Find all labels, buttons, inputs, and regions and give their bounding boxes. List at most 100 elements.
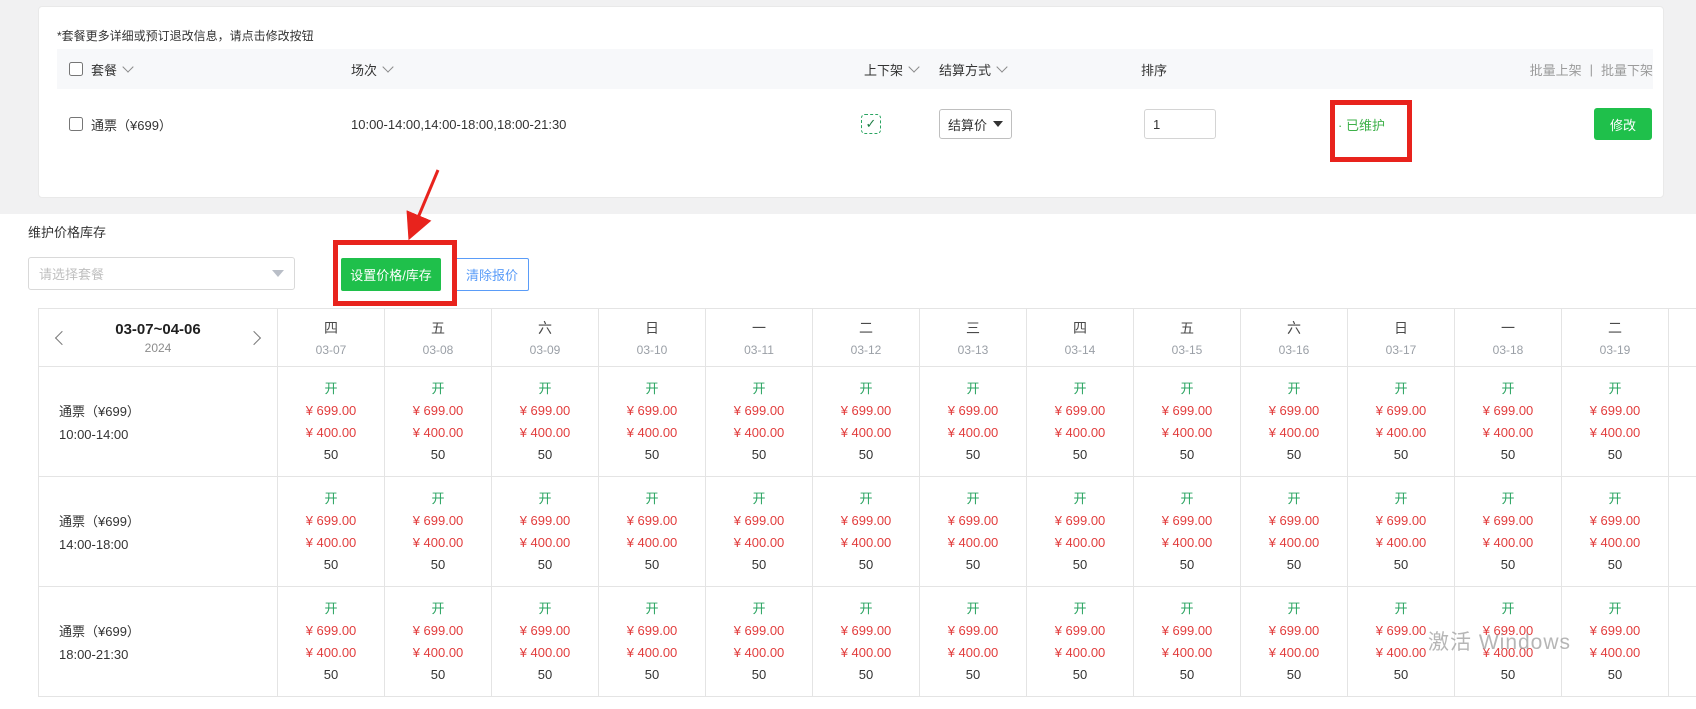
day-header-cell: 二03-12: [813, 309, 920, 367]
chevron-down-icon[interactable]: [382, 61, 393, 72]
price-value: ¥ 699.00: [1348, 510, 1454, 532]
day-date: 03-08: [385, 343, 491, 357]
price-value: ¥ 699.00: [492, 400, 598, 422]
day-date: 03-19: [1562, 343, 1668, 357]
price-stock-cell[interactable]: 开¥ 699.00¥ 400.0050: [278, 367, 385, 477]
settlement-value: ¥ 400.00: [813, 422, 919, 444]
price-stock-cell[interactable]: 开¥ 699.00¥ 400.0050: [1455, 587, 1562, 697]
price-stock-cell[interactable]: 开¥ 699.00¥ 400.0050: [278, 587, 385, 697]
settlement-value: ¥ 400.00: [278, 422, 384, 444]
batch-on-shelf-link[interactable]: 批量上架: [1530, 60, 1582, 79]
package-select-placeholder: 请选择套餐: [39, 264, 104, 283]
settlement-value: ¥ 400.00: [1562, 532, 1668, 554]
open-status: 开: [599, 488, 705, 510]
price-stock-cell[interactable]: 开¥ 699.00¥ 400.0050: [1562, 367, 1669, 477]
stock-value: 50: [1134, 554, 1240, 576]
row-checkbox[interactable]: [69, 117, 83, 131]
sort-input[interactable]: [1144, 109, 1216, 139]
day-date: 03-09: [492, 343, 598, 357]
price-stock-cell[interactable]: 开¥ 699.00¥ 400.0050: [1562, 587, 1669, 697]
price-stock-cell[interactable]: 开¥ 699.00¥ 400.0050: [1134, 587, 1241, 697]
price-value: ¥ 699.00: [920, 400, 1026, 422]
select-all-checkbox[interactable]: [69, 62, 83, 76]
price-stock-cell[interactable]: 开¥ 699.00¥ 400.0050: [599, 367, 706, 477]
header-on-off-shelf: 上下架: [864, 49, 918, 89]
set-price-stock-button[interactable]: 设置价格/库存: [341, 258, 441, 291]
price-stock-cell[interactable]: 开¥ 699.00¥ 400.0050: [1348, 367, 1455, 477]
price-value: ¥ 699.00: [1134, 400, 1240, 422]
chevron-down-icon[interactable]: [122, 61, 133, 72]
settlement-method-select[interactable]: 结算价: [939, 109, 1012, 139]
stock-value: 50: [1134, 444, 1240, 466]
settlement-selected-value: 结算价: [948, 115, 987, 134]
price-stock-cell[interactable]: 开¥ 699.00¥ 400.0050: [706, 477, 813, 587]
open-status: 开: [1455, 598, 1561, 620]
price-stock-cell[interactable]: 开¥ 699.00¥ 400.0050: [1455, 367, 1562, 477]
edit-button[interactable]: 修改: [1594, 108, 1652, 140]
day-date: 03-10: [599, 343, 705, 357]
price-stock-cell[interactable]: 开¥ 699.00¥ 400.0050: [278, 477, 385, 587]
settlement-value: ¥ 400.00: [385, 532, 491, 554]
open-status: 开: [1027, 378, 1133, 400]
price-stock-cell[interactable]: 开¥ 699.00¥ 400.0050: [1455, 477, 1562, 587]
price-stock-cell[interactable]: 开¥ 699.00¥ 400.0050: [1134, 477, 1241, 587]
package-table-card: *套餐更多详细或预订退改信息，请点击修改按钮 套餐 场次 上下架: [38, 6, 1664, 198]
price-stock-cell[interactable]: 开¥ 699.00¥ 400.0050: [813, 587, 920, 697]
price-stock-cell[interactable]: 开¥ 699.00¥ 400.0050: [492, 367, 599, 477]
price-stock-cell[interactable]: 开¥ 699.00¥ 400.0050: [1241, 367, 1348, 477]
price-stock-cell[interactable]: 开¥ 699.00¥ 400.0050: [1027, 587, 1134, 697]
price-stock-cell[interactable]: 开¥ 699.00¥ 400.0050: [1134, 367, 1241, 477]
day-date: 03-12: [813, 343, 919, 357]
price-stock-cell[interactable]: 开¥ 699.00¥ 400.0050: [385, 587, 492, 697]
settlement-value: ¥ 400.00: [492, 532, 598, 554]
package-select[interactable]: 请选择套餐: [28, 257, 295, 290]
price-stock-cell[interactable]: 开¥ 699.00¥ 400.0050: [1241, 477, 1348, 587]
price-stock-cell[interactable]: 开¥ 699.00¥ 400.0050: [1348, 477, 1455, 587]
price-stock-cell[interactable]: 开¥ 699.00¥ 400.0050: [599, 477, 706, 587]
price-stock-cell[interactable]: 开¥ 699.00¥ 400.0050: [1027, 477, 1134, 587]
day-header-cell: 一03-18: [1455, 309, 1562, 367]
batch-off-shelf-link[interactable]: 批量下架: [1601, 60, 1653, 79]
settlement-value: ¥ 400.00: [278, 642, 384, 664]
open-status: 开: [813, 488, 919, 510]
price-stock-cell[interactable]: 开¥ 699.00¥ 400.0050: [813, 367, 920, 477]
price-stock-cell[interactable]: 开¥ 699.00¥ 400.0050: [920, 587, 1027, 697]
price-stock-cell[interactable]: 开¥ 699.00¥ 400.0050: [1348, 587, 1455, 697]
price-value: ¥ 699.00: [1241, 510, 1347, 532]
stock-value: 50: [706, 444, 812, 466]
header-on-off-label: 上下架: [864, 60, 903, 79]
open-status: 开: [706, 378, 812, 400]
top-section: *套餐更多详细或预订退改信息，请点击修改按钮 套餐 场次 上下架: [0, 0, 1696, 214]
price-stock-cell[interactable]: 开¥ 699.00¥ 400.0050: [706, 587, 813, 697]
price-stock-cell[interactable]: 开¥ 699.00¥ 400.0050: [706, 367, 813, 477]
price-value: ¥ 699.00: [1241, 620, 1347, 642]
price-stock-cell[interactable]: 开¥ 699.00¥ 400.0050: [385, 477, 492, 587]
price-stock-cell[interactable]: 开¥ 699.00¥ 400.0050: [813, 477, 920, 587]
price-value: ¥ 699.00: [1348, 620, 1454, 642]
day-header-cell: 五03-08: [385, 309, 492, 367]
price-stock-cell[interactable]: 开¥ 699.00¥ 400.0050: [1027, 367, 1134, 477]
price-stock-cell[interactable]: 开¥ 699.00¥ 400.0050: [385, 367, 492, 477]
price-value: ¥ 699.00: [813, 510, 919, 532]
header-settlement-method: 结算方式: [939, 49, 1006, 89]
price-stock-cell[interactable]: 开¥ 699.00¥ 400.0050: [920, 367, 1027, 477]
price-stock-cell[interactable]: 开¥ 699.00¥ 400.0050: [599, 587, 706, 697]
price-stock-cell[interactable]: 开¥ 699.00¥ 400.0050: [920, 477, 1027, 587]
price-stock-cell[interactable]: 开¥ 699.00¥ 400.0050: [1562, 477, 1669, 587]
price-value: ¥ 699.00: [920, 510, 1026, 532]
on-shelf-checked-icon[interactable]: ✓: [861, 114, 881, 134]
header-package: 套餐: [69, 49, 132, 89]
price-value: ¥ 699.00: [492, 620, 598, 642]
calendar-next-icon[interactable]: [247, 330, 261, 344]
price-stock-cell[interactable]: 开¥ 699.00¥ 400.0050: [492, 477, 599, 587]
price-value: ¥ 699.00: [1562, 620, 1668, 642]
clear-quote-button[interactable]: 清除报价: [455, 258, 529, 291]
chevron-down-icon[interactable]: [908, 61, 919, 72]
open-status: 开: [278, 378, 384, 400]
open-status: 开: [1134, 598, 1240, 620]
settlement-value: ¥ 400.00: [385, 642, 491, 664]
price-stock-cell[interactable]: 开¥ 699.00¥ 400.0050: [492, 587, 599, 697]
chevron-down-icon[interactable]: [996, 61, 1007, 72]
price-stock-cell[interactable]: 开¥ 699.00¥ 400.0050: [1241, 587, 1348, 697]
stock-value: 50: [1027, 444, 1133, 466]
